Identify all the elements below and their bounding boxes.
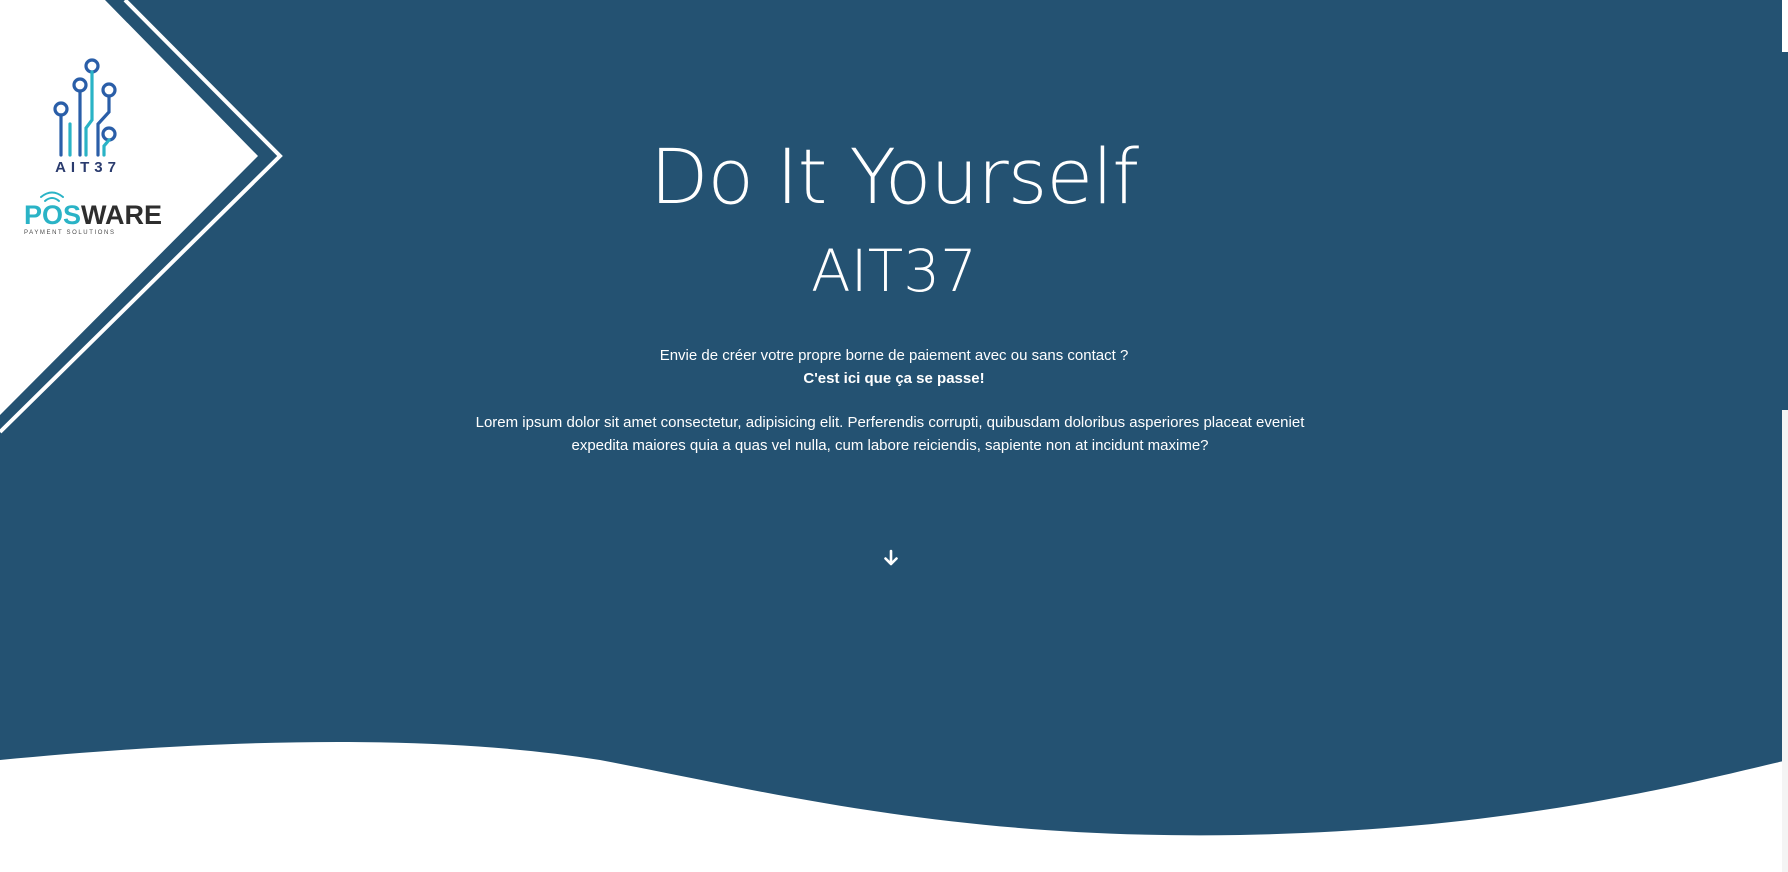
hero-subtitle: AIT37 — [810, 237, 977, 305]
arrow-down-icon[interactable] — [881, 548, 901, 568]
landing-page: AIT37 POSWARE PAYMENT SOLUTIONS Do It Yo… — [0, 0, 1788, 872]
hero-title: Do It Yourself — [649, 132, 1139, 221]
intro-bold-line: C'est ici que ça se passe! — [803, 370, 985, 387]
intro-line: Envie de créer votre propre borne de pai… — [659, 347, 1129, 364]
scrollbar-track-top[interactable] — [1782, 0, 1788, 52]
scrollbar-track[interactable] — [1782, 410, 1788, 872]
hero-description: Lorem ipsum dolor sit amet consectetur, … — [475, 414, 1305, 454]
hero-intro: Envie de créer votre propre borne de pai… — [0, 344, 1788, 390]
